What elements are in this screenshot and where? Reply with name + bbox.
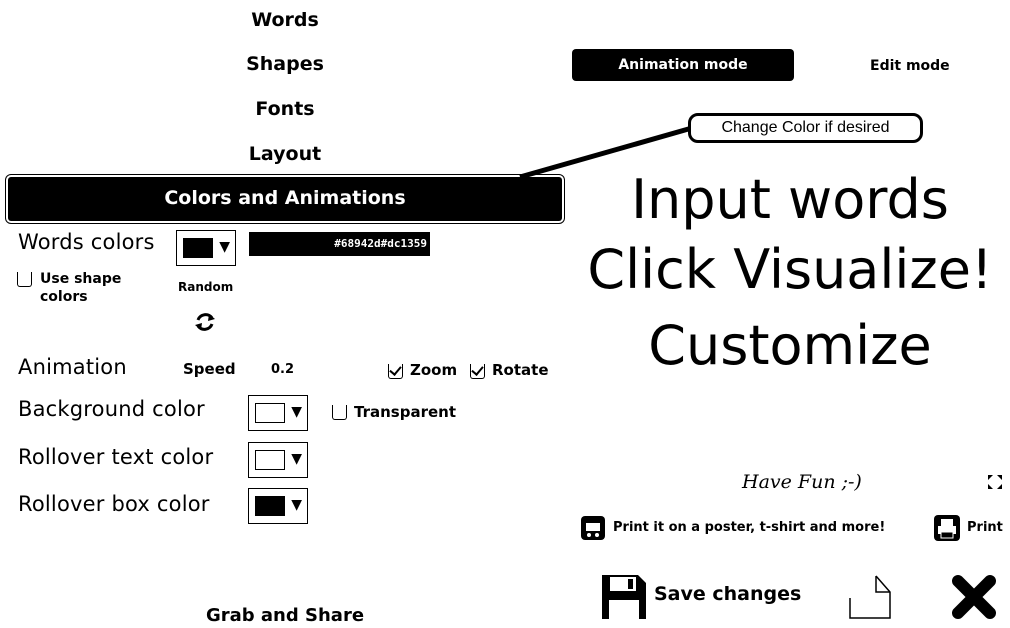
new-document-icon[interactable] — [848, 574, 892, 620]
rollover-text-color-picker[interactable]: ▼ — [248, 442, 308, 478]
canvas-text-line1: Input words — [631, 168, 949, 231]
zoom-label: Zoom — [410, 361, 458, 379]
rollover-box-color-picker[interactable]: ▼ — [248, 488, 308, 524]
close-icon[interactable] — [952, 575, 996, 619]
edit-mode-button[interactable]: Edit mode — [870, 58, 950, 74]
print-link[interactable]: Print — [967, 520, 1003, 535]
rotate-label: Rotate — [492, 361, 549, 379]
refresh-icon[interactable] — [193, 310, 217, 334]
animation-label: Animation — [18, 355, 127, 379]
canvas-text-line3: Customize — [648, 314, 932, 377]
zoom-checkbox[interactable] — [388, 364, 403, 379]
rollover-text-color-label: Rollover text color — [18, 445, 214, 469]
transparent-checkbox[interactable] — [332, 405, 347, 420]
use-shape-colors-label: Use shape colors — [40, 271, 122, 305]
words-color-picker[interactable]: ▼ — [176, 230, 236, 266]
words-color-swatch — [183, 238, 213, 258]
fullscreen-icon[interactable] — [987, 474, 1003, 490]
printer-icon[interactable] — [933, 514, 961, 542]
rotate-checkbox[interactable] — [470, 364, 485, 379]
canvas-text-line2: Click Visualize! — [587, 238, 993, 301]
speed-label: Speed — [183, 360, 236, 378]
save-changes-button[interactable]: Save changes — [654, 583, 801, 605]
background-color-label: Background color — [18, 397, 205, 421]
random-label[interactable]: Random — [178, 280, 233, 294]
print-poster-link[interactable]: Print it on a poster, t-shirt and more! — [613, 520, 885, 535]
dropdown-arrow-icon: ▼ — [291, 497, 302, 513]
change-color-callout: Change Color if desired — [688, 113, 923, 143]
grab-and-share[interactable]: Grab and Share — [0, 605, 570, 626]
rollover-text-color-swatch — [255, 450, 285, 470]
dropdown-arrow-icon: ▼ — [291, 451, 302, 467]
dropdown-arrow-icon: ▼ — [291, 404, 302, 420]
use-shape-colors-checkbox[interactable] — [17, 272, 32, 287]
words-color-hex-input[interactable]: #68942d#dc1359 — [249, 232, 430, 256]
transparent-label: Transparent — [354, 403, 456, 421]
animation-mode-button[interactable]: Animation mode — [572, 49, 794, 81]
words-colors-label: Words colors — [18, 230, 155, 254]
cart-icon[interactable] — [580, 515, 606, 541]
save-disk-icon[interactable] — [600, 573, 648, 621]
rollover-box-color-label: Rollover box color — [18, 492, 210, 516]
rollover-box-color-swatch — [255, 496, 285, 516]
background-color-swatch — [255, 403, 285, 423]
dropdown-arrow-icon: ▼ — [219, 239, 230, 255]
speed-value[interactable]: 0.2 — [271, 362, 294, 377]
background-color-picker[interactable]: ▼ — [248, 395, 308, 431]
have-fun-text: Have Fun ;-) — [742, 471, 862, 493]
